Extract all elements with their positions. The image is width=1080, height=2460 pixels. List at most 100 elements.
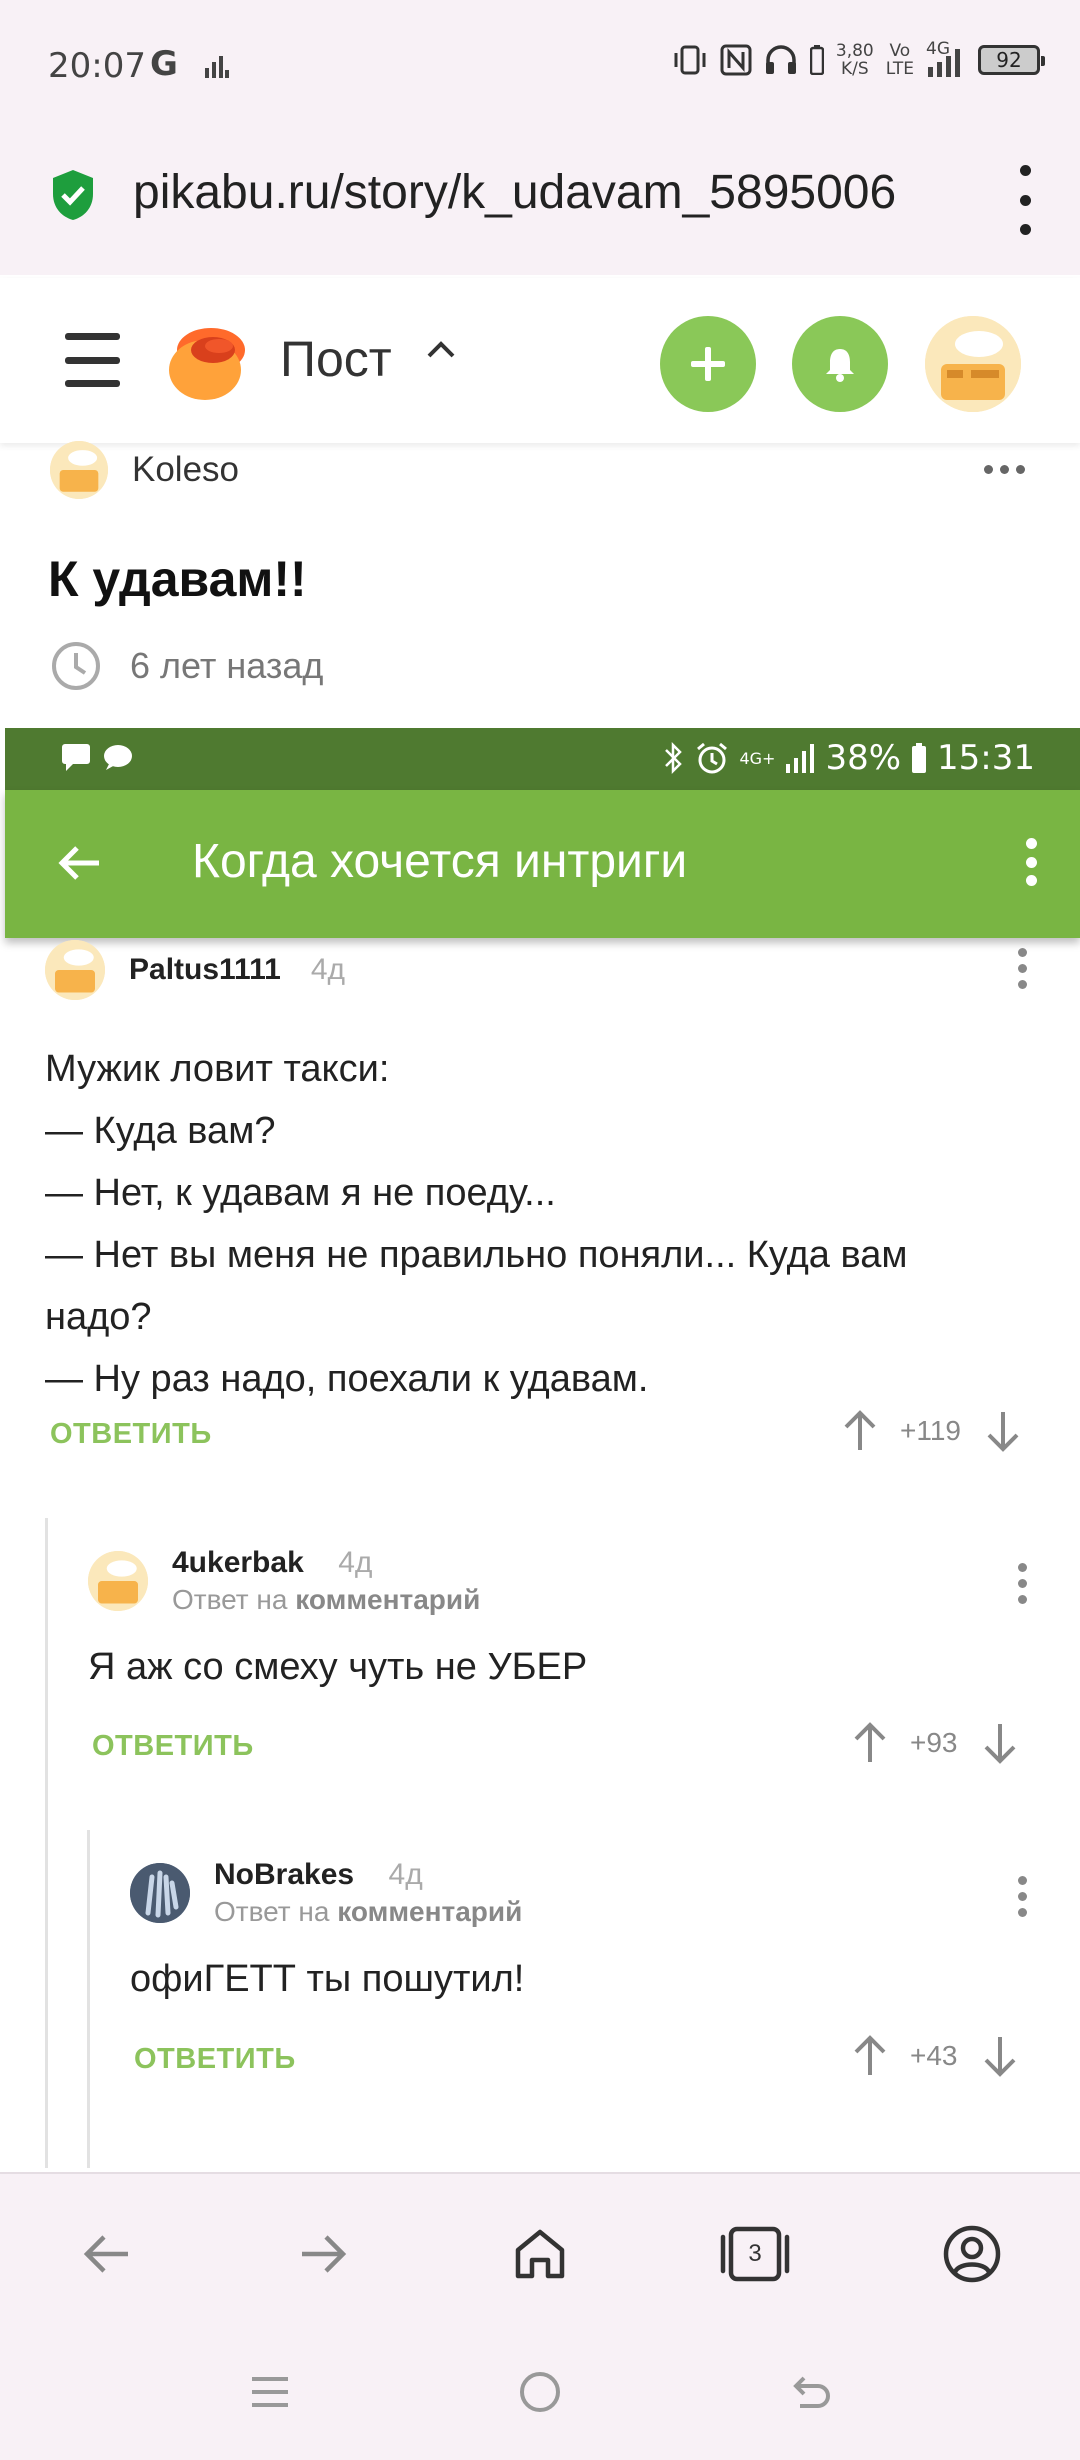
- forward-arrow-icon: [302, 2235, 347, 2273]
- system-navigation-bar: [0, 2322, 1080, 2460]
- comment-votes: +43: [850, 2033, 1020, 2079]
- author-name[interactable]: Koleso: [132, 450, 239, 490]
- reply-to-prefix: Ответ на: [214, 1896, 330, 1927]
- signal-icon: 4G: [926, 39, 966, 77]
- comment-ago: 4д: [338, 1546, 373, 1579]
- comment-line: — Нет вы меня не правильно поняли... Куд…: [45, 1234, 908, 1276]
- home-button[interactable]: [500, 2214, 580, 2294]
- vibrate-icon: [674, 45, 706, 75]
- comment-more-icon: [1018, 1563, 1027, 1604]
- comment-line: — Ну раз надо, поехали к удавам.: [45, 1358, 649, 1400]
- embedded-app-bar: Когда хочется интриги: [5, 790, 1080, 938]
- embedded-menu-icon: [1026, 838, 1038, 886]
- comment-line: надо?: [45, 1296, 152, 1338]
- post-time-text: 6 лет назад: [130, 645, 324, 686]
- account-icon: [943, 2225, 1001, 2283]
- upvote-arrow-icon: [854, 2035, 886, 2075]
- comment-author: 4ukerbak: [172, 1546, 304, 1579]
- status-time: 20:07: [48, 46, 146, 86]
- recents-button[interactable]: [235, 2357, 305, 2427]
- chat-icon: [104, 745, 132, 770]
- chevron-up-icon[interactable]: [425, 338, 457, 360]
- url-text[interactable]: pikabu.ru/story/k_udavam_5895006: [133, 165, 953, 220]
- comment-avatar: [88, 1551, 148, 1611]
- comment-avatar: [130, 1863, 190, 1923]
- comment-score: +93: [910, 1727, 958, 1758]
- comment-text: офиГЕТТ ты пошутил!: [130, 1958, 525, 2000]
- embedded-notification-icons: [60, 742, 134, 772]
- recents-menu-icon: [252, 2377, 288, 2407]
- comment-votes: +119: [840, 1408, 1023, 1454]
- network-speed: 3,80 K/S: [836, 42, 874, 78]
- volte-bottom: LTE: [885, 59, 914, 79]
- user-avatar-button[interactable]: [925, 316, 1021, 412]
- comment-header: 4ukerbak 4д Ответ на комментарий: [88, 1546, 1038, 1616]
- browser-bottom-bar: 3: [0, 2172, 1080, 2322]
- status-bar: 20:07 G 3,80 K/S Vo LTE 4G 92: [0, 0, 1080, 135]
- comment-3: NoBrakes 4д Ответ на комментарий офиГЕТТ…: [130, 1858, 1030, 2010]
- post-more-button[interactable]: [984, 465, 1025, 474]
- comment-reply-to: Ответ на комментарий: [172, 1584, 480, 1616]
- alarm-icon: [697, 742, 728, 774]
- author-avatar[interactable]: [50, 441, 108, 499]
- comment-line: Мужик ловит такси:: [45, 1048, 390, 1090]
- embedded-app-title: Когда хочется интриги: [192, 835, 688, 888]
- system-back-icon: [793, 2376, 830, 2408]
- message-icon: [62, 744, 90, 771]
- plus-icon: [691, 347, 725, 381]
- comment-text: Я аж со смеху чуть не УБЕР: [88, 1646, 588, 1688]
- comment-more-icon: [1018, 948, 1027, 989]
- account-button[interactable]: [932, 2214, 1012, 2294]
- secure-shield-icon: [53, 170, 93, 220]
- pikabu-logo[interactable]: [165, 320, 250, 405]
- back-arrow-icon: [83, 2235, 128, 2273]
- notifications-button[interactable]: [792, 316, 888, 412]
- embedded-time: 15:31: [937, 738, 1035, 778]
- browser-menu-button[interactable]: [1015, 165, 1035, 235]
- comment-more-icon: [1018, 1876, 1027, 1917]
- embedded-signal-icon: [786, 744, 815, 773]
- comment-score: +119: [900, 1415, 961, 1446]
- battery-icon: 92: [978, 45, 1045, 75]
- comment-reply-label: ОТВЕТИТЬ: [134, 2043, 296, 2075]
- back-button[interactable]: [67, 2214, 147, 2294]
- comment-ago: 4д: [310, 953, 346, 986]
- post-time: 6 лет назад: [50, 640, 323, 692]
- tabs-button[interactable]: 3: [715, 2214, 795, 2294]
- embedded-battery: 38%: [825, 738, 902, 778]
- circle-home-icon: [520, 2372, 560, 2412]
- system-back-button[interactable]: [775, 2357, 845, 2427]
- bluetooth-icon: [665, 741, 683, 775]
- downvote-arrow-icon: [984, 1724, 1015, 1764]
- comment-reply-label: ОТВЕТИТЬ: [92, 1730, 254, 1762]
- header-title[interactable]: Пост: [280, 330, 392, 388]
- post-author-row[interactable]: Koleso: [50, 441, 239, 499]
- tab-count: 3: [748, 2240, 762, 2267]
- comment-reply-to: Ответ на комментарий: [214, 1896, 522, 1928]
- add-post-button[interactable]: [660, 316, 756, 412]
- volte-indicator: Vo LTE: [886, 42, 914, 78]
- speed-unit: K/S: [840, 59, 869, 79]
- headphones-icon: [765, 45, 796, 74]
- upvote-arrow-icon: [844, 1410, 876, 1450]
- speed-value: 3,80: [835, 41, 874, 61]
- reply-to-target: комментарий: [337, 1896, 523, 1927]
- reply-to-target: комментарий: [295, 1584, 481, 1615]
- system-home-button[interactable]: [505, 2357, 575, 2427]
- volte-top: Vo: [889, 41, 911, 61]
- downvote-arrow-icon: [984, 2037, 1015, 2077]
- embedded-status-bar: 4G+ 38% 15:31: [5, 728, 1080, 790]
- comment-votes: +93: [850, 1720, 1020, 1766]
- status-icons: 3,80 K/S Vo LTE 4G 92: [672, 39, 1045, 78]
- google-icon: G: [150, 44, 178, 84]
- comment-author: NoBrakes: [214, 1858, 355, 1891]
- comment-header: Paltus1111 4д: [45, 940, 1045, 1000]
- comment-line: — Куда вам?: [45, 1110, 276, 1152]
- comment-score: +43: [910, 2040, 958, 2071]
- hamburger-menu-button[interactable]: [65, 333, 120, 387]
- home-icon: [515, 2229, 565, 2279]
- post-title: К удавам!!: [48, 551, 307, 607]
- comment-reply-label: ОТВЕТИТЬ: [50, 1418, 212, 1450]
- comment-header: NoBrakes 4д Ответ на комментарий: [130, 1858, 1030, 1928]
- forward-button[interactable]: [283, 2214, 363, 2294]
